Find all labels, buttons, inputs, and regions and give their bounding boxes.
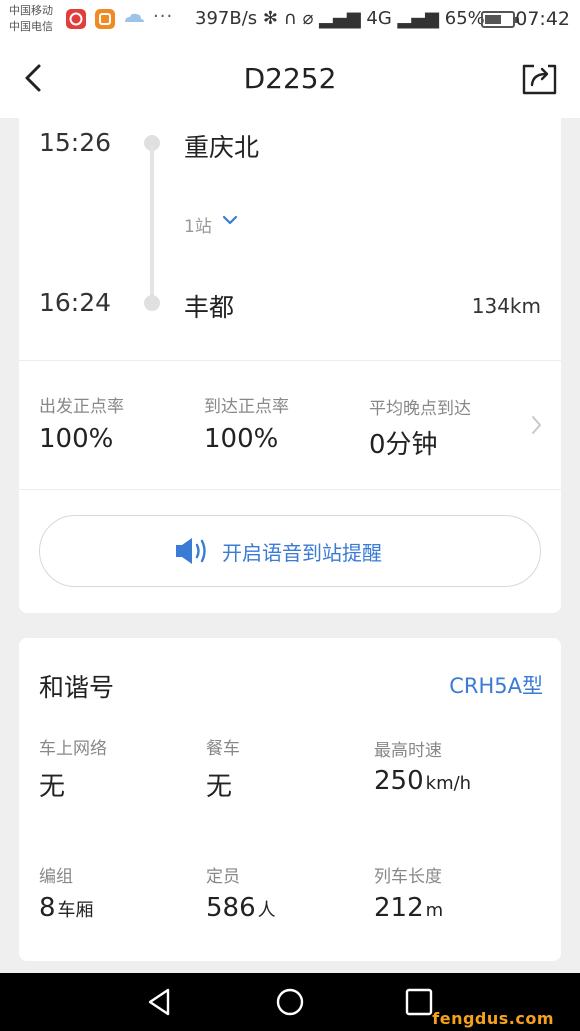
route-distance: 134km [471, 294, 541, 318]
depart-station: 重庆北 [184, 133, 260, 162]
arrive-punctuality-label: 到达正点率 [204, 397, 289, 417]
average-delay-value[interactable]: 0分钟 [369, 424, 438, 461]
spec-value: 212 m [374, 893, 444, 923]
route-card: 15:26 重庆北 1站 16:24 丰都 134km 出发正点率 100% 到… [19, 118, 561, 613]
triangle-back-icon[interactable] [144, 986, 176, 1018]
weather-icon [122, 9, 144, 29]
system-nav-bar: fengdus.com [0, 973, 580, 1031]
route-line [150, 146, 154, 304]
carrier-info: 中国移动 中国电信 [9, 3, 53, 35]
battery-icon [481, 11, 519, 28]
share-button[interactable] [520, 62, 560, 96]
divider [19, 489, 561, 490]
watermark: fengdus.com [432, 1009, 554, 1028]
spec-value: 586 人 [206, 893, 276, 923]
arrive-station: 丰都 [184, 293, 235, 322]
divider [19, 360, 561, 361]
more-notifications-icon: ··· [153, 6, 174, 27]
carrier-1: 中国移动 [9, 4, 53, 17]
square-recents-icon[interactable] [403, 986, 435, 1018]
depart-punctuality-label: 出发正点率 [39, 397, 124, 417]
depart-punctuality-value: 100% [39, 424, 114, 454]
app-notification-icon [95, 9, 115, 29]
share-icon [522, 64, 557, 95]
spec-label: 餐车 [206, 739, 240, 759]
status-indicators: 397B/s ✻ ∩ ⌀ ▂▄▆ 4G ▂▄▆ 65% [195, 8, 485, 29]
status-bar: 中国移动 中国电信 ··· 397B/s ✻ ∩ ⌀ ▂▄▆ 4G ▂▄▆ 65… [0, 0, 580, 40]
voice-reminder-button[interactable]: 开启语音到站提醒 [39, 515, 541, 587]
spec-label: 车上网络 [39, 739, 107, 759]
stops-toggle-label[interactable]: 1站 [184, 212, 212, 237]
train-model-link[interactable]: CRH5A型 [449, 670, 543, 700]
average-delay-label[interactable]: 平均晚点到达 [369, 394, 471, 419]
spec-label: 列车长度 [374, 867, 442, 887]
spec-value: 无 [206, 772, 233, 802]
depart-time: 15:26 [39, 128, 112, 157]
status-time: 07:42 [515, 8, 570, 30]
arrive-time: 16:24 [39, 288, 112, 317]
spec-label: 最高时速 [374, 741, 442, 761]
netease-music-icon [66, 9, 86, 29]
train-info-card: 和谐号 CRH5A型 车上网络 无 餐车 无 最高时速 250 km/h 编组 8… [19, 638, 561, 961]
voice-reminder-label: 开启语音到站提醒 [222, 541, 382, 565]
carrier-2: 中国电信 [9, 20, 53, 33]
spec-value: 无 [39, 772, 66, 802]
app-header: D2252 [0, 40, 580, 118]
spec-value: 8 车厢 [39, 893, 94, 923]
spec-label: 定员 [206, 867, 240, 887]
speaker-icon [176, 538, 206, 564]
page-title: D2252 [243, 62, 337, 95]
spec-value: 250 km/h [374, 766, 472, 796]
chevron-down-icon[interactable] [220, 210, 240, 230]
arrive-punctuality-value: 100% [204, 424, 279, 454]
train-name: 和谐号 [39, 673, 115, 702]
arrive-dot [144, 295, 160, 311]
spec-label: 编组 [39, 867, 73, 887]
chevron-right-icon[interactable] [525, 412, 547, 438]
circle-home-icon[interactable] [274, 986, 306, 1018]
